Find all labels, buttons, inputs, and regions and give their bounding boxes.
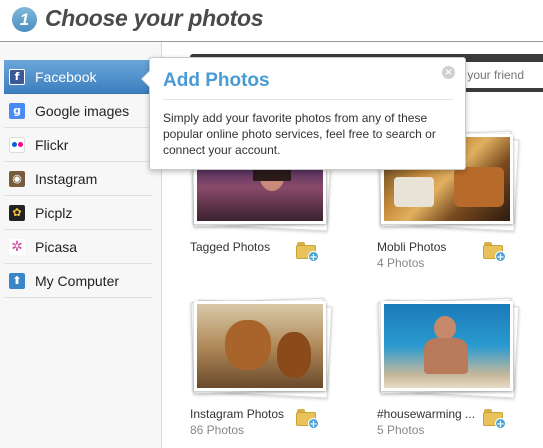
sidebar-item-google-images[interactable]: g Google images	[4, 94, 152, 128]
sidebar-item-label: Picasa	[35, 238, 78, 255]
add-folder-icon[interactable]: +	[296, 409, 319, 430]
google-icon: g	[9, 102, 25, 119]
upload-icon: ⬆	[9, 272, 25, 289]
popover-body: Simply add your favorite photos from any…	[163, 111, 436, 157]
sidebar-item-facebook[interactable]: f Facebook	[4, 60, 152, 94]
popover-title: Add Photos	[163, 70, 270, 91]
sidebar-item-label: Flickr	[35, 136, 69, 153]
sidebar-item-label: Google images	[35, 102, 130, 119]
album-count: 5 Photos	[377, 423, 425, 437]
album-name: #housewarming ...	[377, 407, 476, 421]
popover-divider	[163, 99, 453, 100]
album-instagram-photos[interactable]: Instagram Photos 86 Photos +	[190, 297, 350, 447]
close-icon[interactable]: ×	[442, 66, 455, 79]
sidebar-item-label: My Computer	[35, 272, 120, 289]
photo-stack	[377, 297, 520, 399]
sidebar-item-my-computer[interactable]: ⬆ My Computer	[4, 264, 152, 298]
sidebar-item-flickr[interactable]: Flickr	[4, 128, 152, 162]
album-cover-photo	[381, 301, 513, 391]
add-photos-popover: Add Photos × Simply add your favorite ph…	[141, 57, 466, 170]
step-number-badge: 1	[12, 7, 37, 32]
album-name: Tagged Photos	[190, 240, 271, 254]
sidebar-item-label: Facebook	[35, 68, 97, 85]
service-sidebar: f Facebook g Google images Flickr ◉ Inst…	[0, 42, 162, 448]
album-name: Instagram Photos	[190, 407, 285, 421]
sidebar-item-label: Picplz	[35, 204, 73, 221]
instagram-icon: ◉	[9, 170, 25, 187]
add-folder-icon[interactable]: +	[483, 409, 506, 430]
sidebar-item-picasa[interactable]: ✲ Picasa	[4, 230, 152, 264]
picasa-icon: ✲	[9, 238, 25, 255]
album-housewarming[interactable]: #housewarming ... 5 Photos +	[377, 297, 537, 447]
page-title: Choose your photos	[45, 5, 264, 31]
photo-stack	[190, 297, 333, 399]
facebook-icon: f	[9, 68, 25, 85]
add-folder-icon[interactable]: +	[296, 242, 319, 263]
picplz-icon: ✿	[9, 204, 25, 221]
album-count: 86 Photos	[190, 423, 245, 437]
sidebar-item-label: Instagram	[35, 170, 98, 187]
step-header: 1 Choose your photos	[0, 0, 543, 42]
album-count: 4 Photos	[377, 256, 425, 270]
sidebar-item-picplz[interactable]: ✿ Picplz	[4, 196, 152, 230]
sidebar-item-instagram[interactable]: ◉ Instagram	[4, 162, 152, 196]
album-name: Mobli Photos	[377, 240, 447, 254]
flickr-icon	[9, 136, 25, 153]
album-cover-photo	[194, 301, 326, 391]
add-folder-icon[interactable]: +	[483, 242, 506, 263]
